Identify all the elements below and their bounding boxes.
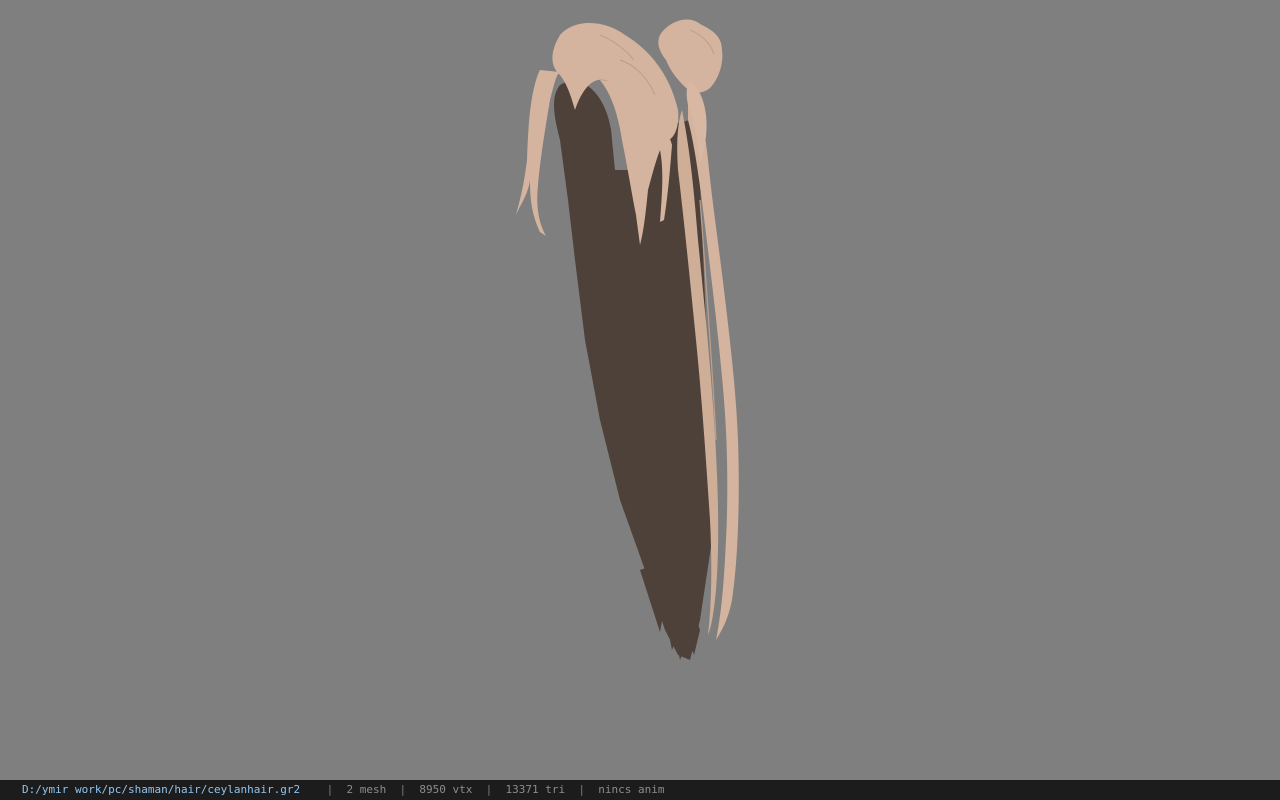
anim-status: nincs anim: [598, 783, 665, 796]
separator: |: [485, 783, 493, 796]
status-bar: D:/ymir work/pc/shaman/hair/ceylanhair.g…: [0, 780, 1280, 800]
3d-viewport[interactable]: [0, 0, 1280, 780]
triangle-count: 13371 tri: [505, 783, 566, 796]
separator: |: [578, 783, 585, 796]
file-path: D:/ymir work/pc/shaman/hair/ceylanhair.g…: [22, 783, 301, 796]
separator: |: [399, 783, 407, 796]
hair-strand-left: [516, 70, 560, 236]
mesh-count: 2 mesh: [346, 783, 387, 796]
separator: |: [326, 783, 334, 796]
vertex-count: 8950 vtx: [419, 783, 473, 796]
hair-model-render: [516, 19, 739, 660]
